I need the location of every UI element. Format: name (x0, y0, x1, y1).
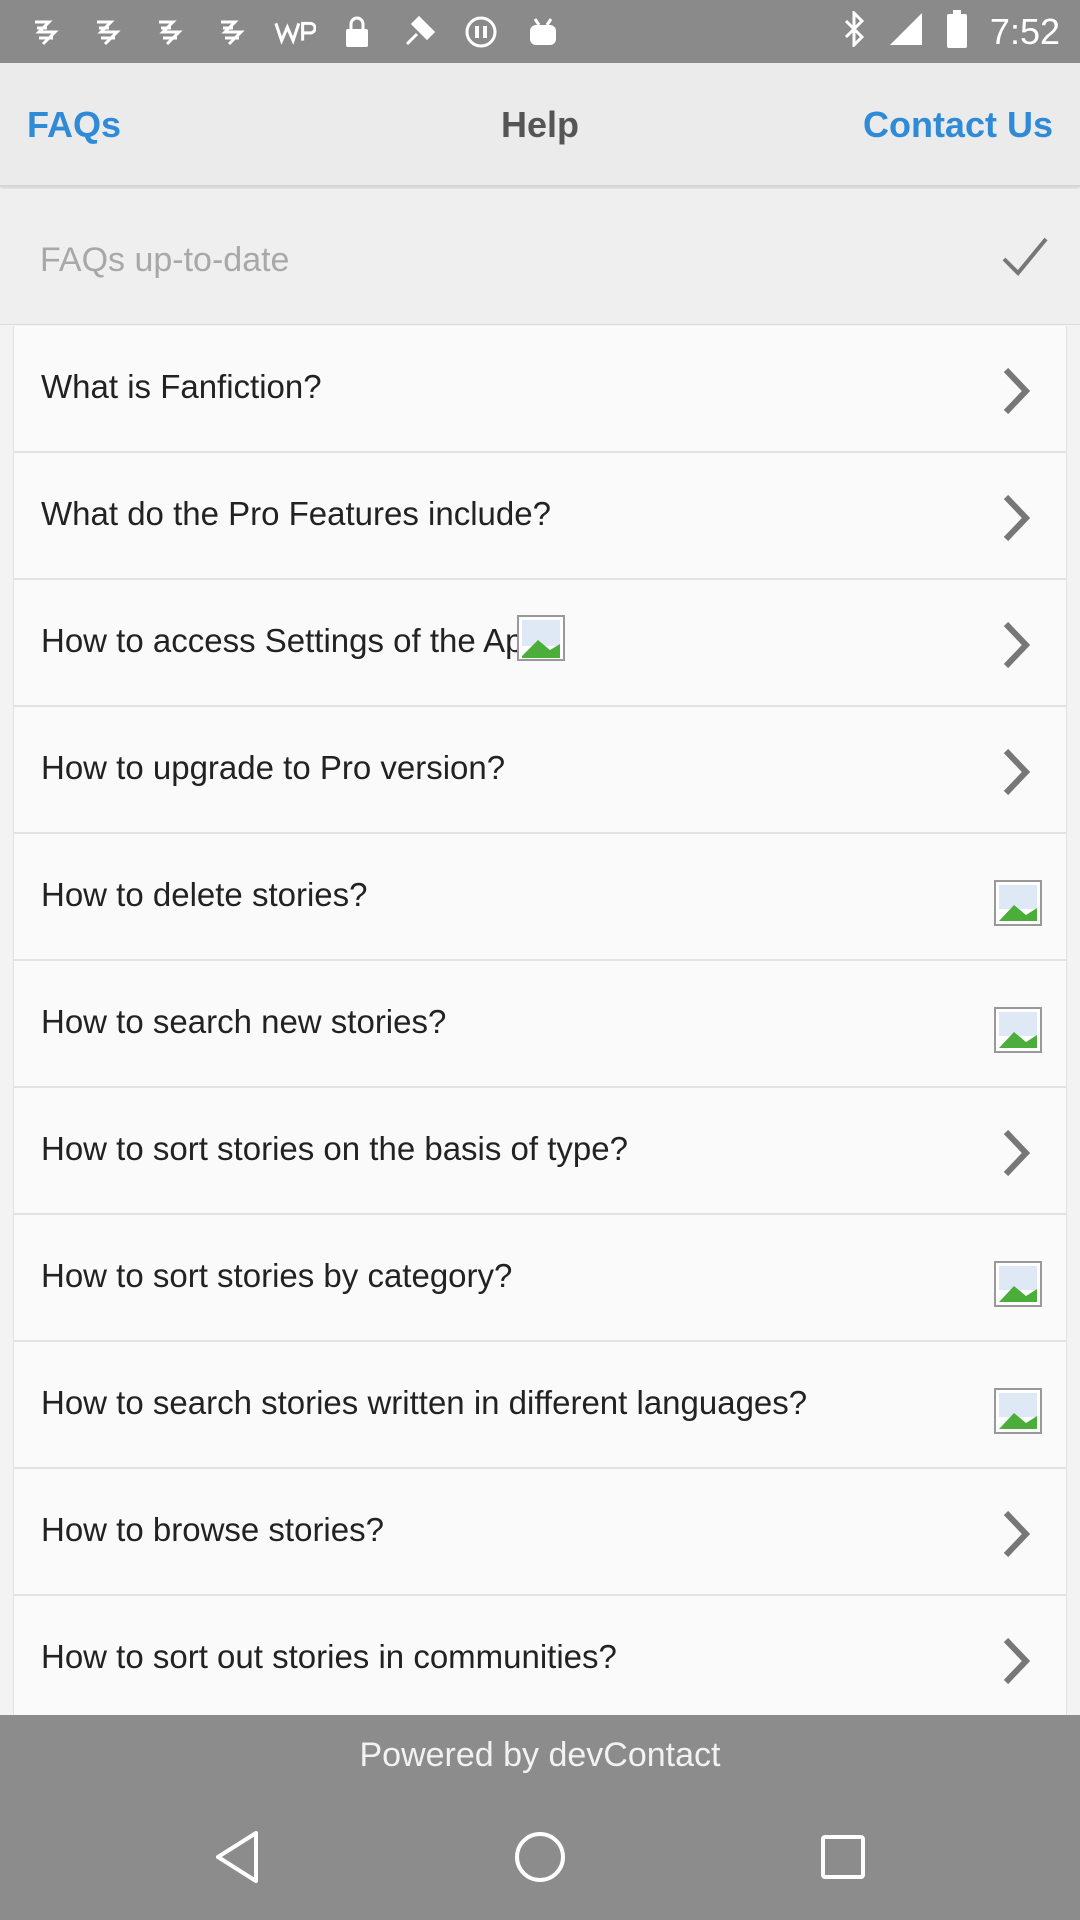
status-time: 7:52 (989, 10, 1060, 52)
faq-item[interactable]: How to upgrade to Pro version? (14, 707, 1066, 834)
status-bar: 7:52 (0, 0, 1080, 63)
chevron-right-icon (996, 1634, 1036, 1688)
bluetooth-icon (842, 9, 866, 52)
faq-item[interactable]: How to sort out stories in communities? (14, 1596, 1066, 1715)
faq-question: What is Fanfiction? (41, 368, 322, 405)
check-icon (1000, 235, 1050, 279)
chevron-right-icon (996, 1507, 1036, 1561)
system-nav-bar (0, 1795, 1080, 1920)
lock-icon (336, 12, 378, 52)
faq-item[interactable]: How to sort stories by category? (14, 1215, 1066, 1342)
broken-image-icon (994, 1388, 1042, 1434)
header-bar: Help FAQs Contact Us (0, 63, 1080, 187)
chevron-right-icon (996, 491, 1036, 545)
faq-item[interactable]: How to sort stories on the basis of type… (14, 1088, 1066, 1215)
faq-question: What do the Pro Features include? (41, 495, 551, 532)
notification-icon (26, 12, 68, 52)
faq-question: How to upgrade to Pro version? (41, 749, 506, 786)
broken-image-icon (994, 1261, 1042, 1307)
contact-us-link[interactable]: Contact Us (863, 63, 1053, 187)
faq-item[interactable]: How to search stories written in differe… (14, 1342, 1066, 1469)
notification-icon (212, 12, 254, 52)
faq-question: How to delete stories? (41, 876, 368, 913)
notification-icon (88, 12, 130, 52)
faq-item[interactable]: How to search new stories? (14, 961, 1066, 1088)
notification-icon (150, 12, 192, 52)
status-right: 7:52 (842, 0, 1060, 63)
chevron-right-icon (996, 745, 1036, 799)
wp-icon (274, 12, 316, 52)
faq-item[interactable]: What do the Pro Features include? (14, 453, 1066, 580)
faq-list[interactable]: What is Fanfiction? What do the Pro Feat… (13, 326, 1067, 1715)
faq-question: How to search new stories? (41, 1003, 447, 1040)
faq-question: How to search stories written in differe… (41, 1384, 808, 1421)
faq-item[interactable]: What is Fanfiction? (14, 326, 1066, 453)
status-left-icons (26, 12, 564, 52)
chevron-right-icon (996, 618, 1036, 672)
faq-question: How to access Settings of the App? (41, 622, 561, 659)
chevron-right-icon (996, 1126, 1036, 1180)
faq-question: How to browse stories? (41, 1511, 384, 1548)
signal-icon (888, 11, 924, 52)
faq-item[interactable]: How to browse stories? (14, 1469, 1066, 1596)
back-icon[interactable] (205, 1825, 269, 1889)
battery-icon (946, 10, 968, 53)
android-icon (522, 12, 564, 52)
faq-question: How to sort out stories in communities? (41, 1638, 617, 1675)
faqs-link[interactable]: FAQs (27, 63, 121, 187)
broken-image-icon (994, 1007, 1042, 1053)
faq-item[interactable]: How to access Settings of the App? (14, 580, 1066, 707)
home-icon[interactable] (508, 1825, 572, 1889)
circle-icon (460, 12, 502, 52)
chevron-right-icon (996, 364, 1036, 418)
broken-image-icon (994, 880, 1042, 926)
satellite-icon (398, 12, 440, 52)
recents-icon[interactable] (811, 1825, 875, 1889)
powered-by-footer: Powered by devContact (0, 1715, 1080, 1795)
faqs-status-text: FAQs up-to-date (40, 241, 290, 279)
faqs-status-row: FAQs up-to-date (0, 189, 1080, 325)
faq-question: How to sort stories by category? (41, 1257, 513, 1294)
faq-item[interactable]: How to delete stories? (14, 834, 1066, 961)
faq-question: How to sort stories on the basis of type… (41, 1130, 628, 1167)
broken-image-icon (516, 614, 566, 662)
